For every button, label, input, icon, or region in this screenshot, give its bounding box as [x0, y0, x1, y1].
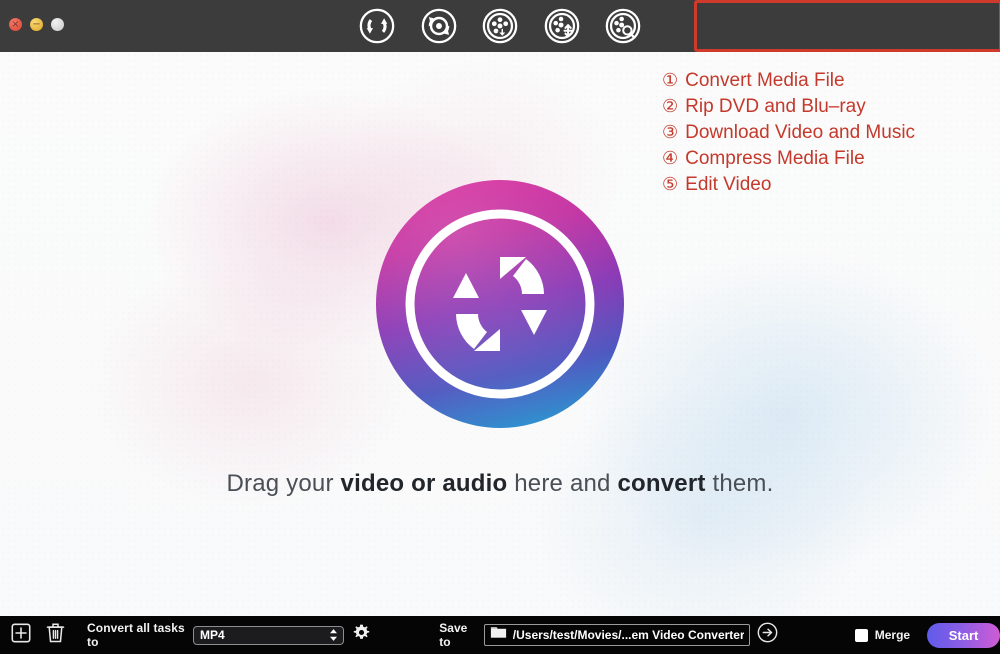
edit-reel-icon — [604, 7, 642, 45]
feature-number-2: ② — [662, 96, 679, 117]
format-select[interactable]: MP4 — [192, 625, 345, 645]
feature-item-2: ② Rip DVD and Blu–ray — [662, 94, 915, 120]
delete-task-button[interactable] — [45, 621, 66, 649]
feature-number-5: ⑤ — [662, 174, 679, 195]
gear-icon — [353, 624, 370, 646]
chevron-updown-icon — [329, 629, 338, 642]
title-bar: × − — [0, 0, 1000, 52]
feature-label-5: Edit Video — [685, 174, 772, 195]
convert-icon — [358, 7, 396, 45]
arrow-right-icon — [757, 622, 778, 648]
toolbar-button-rip-dvd[interactable] — [419, 6, 459, 46]
feature-label-3: Download Video and Music — [685, 122, 916, 143]
drag-hint-part1: Drag your — [226, 470, 341, 497]
feature-annotation-list: ① Convert Media File ② Rip DVD and Blu–r… — [662, 68, 915, 198]
start-button-label: Start — [948, 627, 979, 643]
drag-hint-text: Drag your video or audio here and conver… — [0, 470, 1000, 498]
compress-reel-icon — [543, 7, 581, 45]
feature-item-3: ③ Download Video and Music — [662, 120, 915, 146]
merge-checkbox[interactable] — [854, 628, 868, 642]
drag-hint-part3: them. — [705, 470, 774, 497]
minimize-button[interactable]: − — [30, 18, 43, 31]
drag-hint-bold1: video or audio — [340, 470, 508, 497]
trash-icon — [45, 621, 66, 649]
feature-label-4: Compress Media File — [685, 148, 865, 169]
feature-number-3: ③ — [662, 122, 679, 143]
app-window: × − Drag your video or audio here and co… — [0, 0, 1000, 654]
rip-disc-icon — [420, 7, 458, 45]
feature-number-4: ④ — [662, 148, 679, 169]
feature-number-1: ① — [662, 70, 679, 91]
open-folder-button[interactable] — [757, 622, 778, 648]
toolbar-button-download[interactable] — [480, 6, 520, 46]
toolbar-button-edit[interactable] — [603, 6, 643, 46]
start-button[interactable]: Start — [927, 622, 1000, 648]
format-select-value: MP4 — [199, 628, 225, 642]
minimize-icon: − — [32, 18, 41, 30]
feature-label-2: Rip DVD and Blu–ray — [685, 96, 866, 117]
maximize-button[interactable] — [51, 18, 64, 31]
main-toolbar — [348, 0, 1000, 52]
window-controls: × − — [9, 18, 64, 31]
close-icon: × — [11, 18, 20, 30]
save-path-value: /Users/test/Movies/...em Video Converter — [512, 628, 744, 642]
drag-hint-bold2: convert — [617, 470, 706, 497]
feature-item-1: ① Convert Media File — [662, 68, 915, 94]
add-task-icon — [10, 622, 32, 649]
feature-item-4: ④ Compress Media File — [662, 146, 915, 172]
save-to-label: Save to — [439, 621, 468, 649]
folder-icon — [490, 626, 507, 644]
drag-hint-part2: here and — [507, 470, 618, 497]
merge-label: Merge — [874, 628, 911, 642]
toolbar-button-compress[interactable] — [542, 6, 582, 46]
toolbar-button-convert[interactable] — [357, 6, 397, 46]
convert-logo-icon — [374, 178, 626, 430]
download-reel-icon — [481, 7, 519, 45]
format-settings-button[interactable] — [353, 624, 370, 646]
merge-checkbox-group[interactable]: Merge — [854, 628, 911, 642]
feature-item-5: ⑤ Edit Video — [662, 172, 915, 198]
feature-label-1: Convert Media File — [685, 70, 845, 91]
convert-all-label: Convert all tasks to — [87, 621, 185, 649]
toolbar-annotation-box — [694, 0, 1000, 52]
add-task-button[interactable] — [10, 622, 32, 649]
close-button[interactable]: × — [9, 18, 22, 31]
save-path-field[interactable]: /Users/test/Movies/...em Video Converter — [483, 624, 750, 646]
bottom-toolbar: Convert all tasks to MP4 Save to /Users/… — [0, 616, 1000, 654]
